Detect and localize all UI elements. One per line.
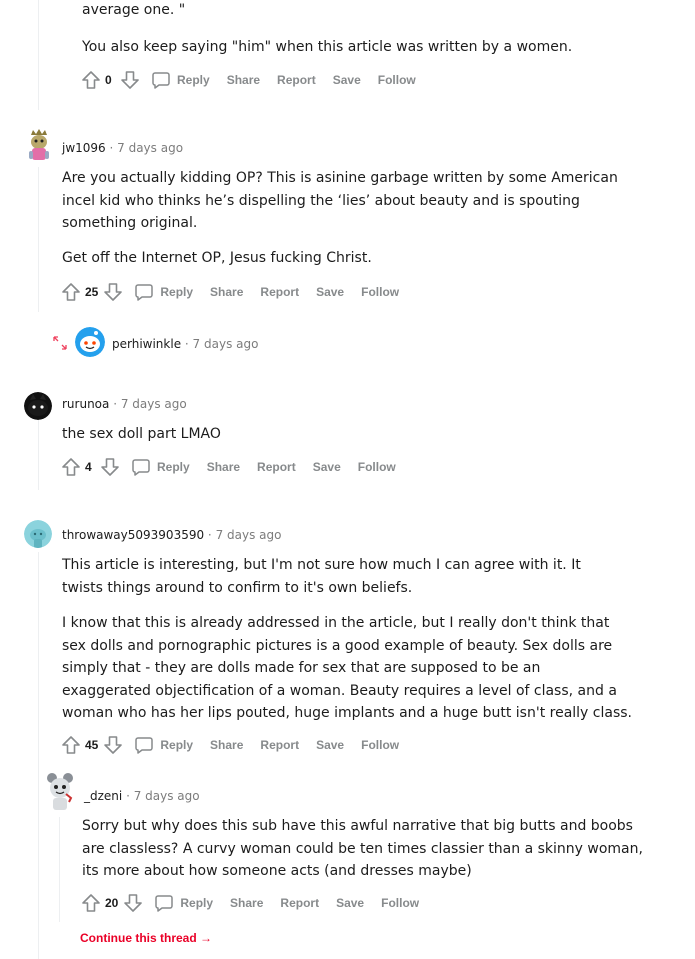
comment-actions: 20 Reply Share Report Save Follow — [80, 891, 436, 915]
comment-body-paragraph: This article is interesting, but I'm not… — [62, 557, 581, 596]
downvote-icon[interactable] — [122, 892, 144, 914]
share-button[interactable]: Share — [227, 73, 260, 87]
comment-meta: _dzeni · 7 days ago — [84, 789, 200, 803]
reply-button[interactable]: Reply — [134, 735, 193, 755]
comment-bubble-icon — [132, 459, 150, 476]
report-button[interactable]: Report — [257, 460, 296, 474]
username[interactable]: rurunoa — [62, 397, 109, 411]
timestamp[interactable]: 7 days ago — [134, 789, 200, 803]
avatar[interactable] — [75, 327, 105, 357]
comment-body-paragraph: You also keep saying "him" when this art… — [82, 39, 573, 55]
save-button[interactable]: Save — [333, 73, 361, 87]
upvote-icon[interactable] — [60, 456, 82, 478]
save-button[interactable]: Save — [316, 738, 344, 752]
follow-button[interactable]: Follow — [358, 460, 396, 474]
vote-score: 45 — [85, 738, 99, 752]
continue-thread-link[interactable]: Continue this thread → — [80, 931, 212, 945]
save-button[interactable]: Save — [336, 896, 364, 910]
downvote-icon[interactable] — [99, 456, 121, 478]
expand-thread-icon[interactable] — [52, 335, 68, 351]
report-button[interactable]: Report — [260, 285, 299, 299]
share-button[interactable]: Share — [207, 460, 240, 474]
save-button[interactable]: Save — [313, 460, 341, 474]
share-button[interactable]: Share — [210, 285, 243, 299]
report-button[interactable]: Report — [280, 896, 319, 910]
thread-line[interactable] — [38, 167, 39, 312]
comment-meta: perhiwinkle · 7 days ago — [112, 337, 259, 351]
comment-bubble-icon — [155, 895, 174, 912]
comment-actions: 0 Reply Share Report Save Follow — [80, 68, 433, 92]
comment-bubble-icon — [152, 72, 170, 89]
timestamp[interactable]: 7 days ago — [117, 141, 183, 155]
reply-label: Reply — [177, 73, 210, 87]
follow-button[interactable]: Follow — [361, 285, 399, 299]
follow-button[interactable]: Follow — [361, 738, 399, 752]
comment-actions: 45 Reply Share Report Save Follow — [60, 733, 416, 757]
upvote-icon[interactable] — [80, 892, 102, 914]
comment-actions: 25 Reply Share Report Save Follow — [60, 280, 416, 304]
vote-score: 0 — [105, 73, 112, 87]
share-button[interactable]: Share — [210, 738, 243, 752]
vote-score: 4 — [85, 460, 92, 474]
continue-thread-label: Continue this thread — [80, 931, 197, 945]
comment-meta: jw1096 · 7 days ago — [62, 141, 184, 155]
avatar[interactable] — [24, 392, 52, 420]
reply-label: Reply — [160, 285, 194, 299]
comment-body-paragraph: I know that this is already addressed in… — [62, 615, 633, 721]
comment-bubble-icon — [135, 284, 154, 301]
comment-body-paragraph: Get off the Internet OP, Jesus fucking C… — [62, 250, 372, 266]
thread-line[interactable] — [38, 0, 39, 110]
downvote-icon[interactable] — [102, 734, 124, 756]
vote-score: 25 — [85, 285, 99, 299]
reply-label: Reply — [157, 460, 190, 474]
upvote-icon[interactable] — [80, 69, 102, 91]
comment-actions: 4 Reply Share Report Save Follow — [60, 455, 413, 479]
upvote-icon[interactable] — [60, 281, 82, 303]
comment-meta: throwaway5093903590 · 7 days ago — [62, 528, 282, 542]
username[interactable]: _dzeni — [84, 789, 122, 803]
avatar[interactable] — [44, 772, 76, 812]
share-button[interactable]: Share — [230, 896, 263, 910]
comment-body-paragraph: Sorry but why does this sub have this aw… — [82, 818, 643, 879]
username[interactable]: throwaway5093903590 — [62, 528, 204, 542]
report-button[interactable]: Report — [277, 73, 316, 87]
comment-body-paragraph: the sex doll part LMAO — [62, 426, 221, 442]
reply-button[interactable]: Reply — [154, 893, 213, 913]
thread-line[interactable] — [38, 552, 39, 959]
upvote-icon[interactable] — [60, 734, 82, 756]
username[interactable]: perhiwinkle — [112, 337, 181, 351]
reply-label: Reply — [180, 896, 214, 910]
follow-button[interactable]: Follow — [378, 73, 416, 87]
thread-line[interactable] — [59, 817, 60, 922]
follow-button[interactable]: Follow — [381, 896, 419, 910]
vote-score: 20 — [105, 896, 119, 910]
username[interactable]: jw1096 — [62, 141, 106, 155]
reply-button[interactable]: Reply — [134, 282, 193, 302]
comment-bubble-icon — [135, 737, 154, 754]
reply-label: Reply — [160, 738, 194, 752]
downvote-icon[interactable] — [119, 69, 141, 91]
timestamp[interactable]: 7 days ago — [193, 337, 259, 351]
reply-button[interactable]: Reply — [151, 70, 210, 90]
thread-line[interactable] — [38, 420, 39, 490]
comment-body-paragraph: Are you actually kidding OP? This is asi… — [62, 170, 618, 231]
timestamp[interactable]: 7 days ago — [216, 528, 282, 542]
comment-meta: rurunoa · 7 days ago — [62, 397, 187, 411]
comment-body-paragraph: average one. " — [82, 2, 186, 18]
downvote-icon[interactable] — [102, 281, 124, 303]
avatar[interactable] — [23, 127, 55, 165]
save-button[interactable]: Save — [316, 285, 344, 299]
report-button[interactable]: Report — [260, 738, 299, 752]
timestamp[interactable]: 7 days ago — [121, 397, 187, 411]
reply-button[interactable]: Reply — [131, 457, 190, 477]
avatar[interactable] — [24, 520, 52, 548]
arrow-right-icon: → — [200, 931, 213, 945]
